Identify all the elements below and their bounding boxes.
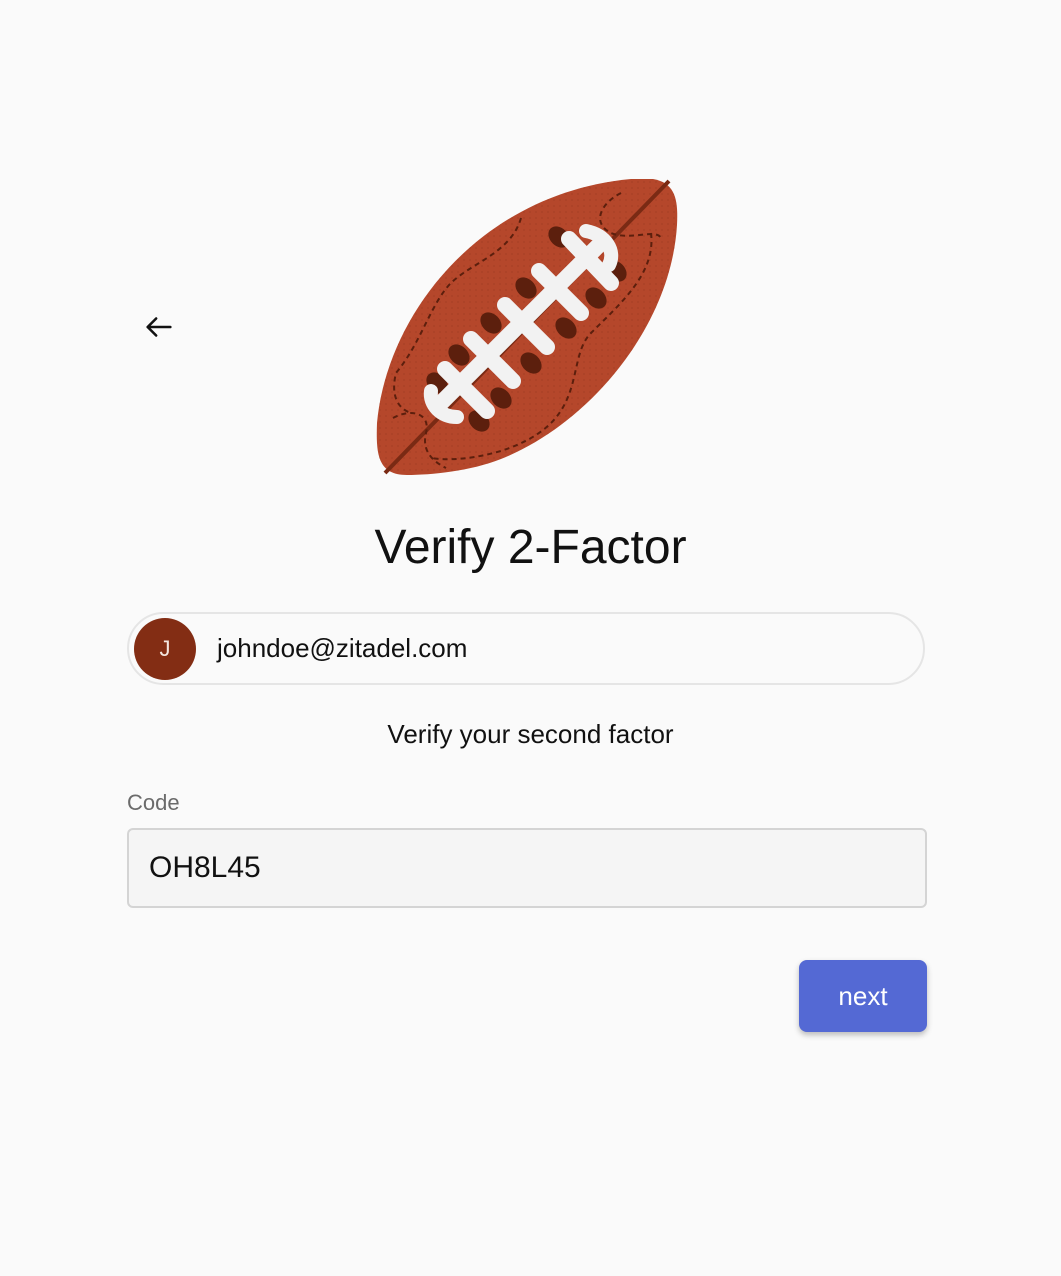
page-subtitle: Verify your second factor — [387, 719, 674, 749]
american-football-icon — [376, 179, 678, 475]
logo — [371, 173, 683, 479]
avatar: J — [134, 617, 196, 680]
arrow-left-icon — [146, 317, 172, 337]
user-email: johndoe@zitadel.com — [217, 633, 468, 663]
user-chip[interactable]: J johndoe@zitadel.com — [127, 612, 925, 685]
page-title: Verify 2-Factor — [374, 521, 687, 574]
back-button[interactable] — [138, 306, 180, 348]
next-button[interactable]: next — [799, 960, 927, 1032]
code-input[interactable] — [127, 828, 927, 908]
code-label: Code — [127, 790, 180, 815]
